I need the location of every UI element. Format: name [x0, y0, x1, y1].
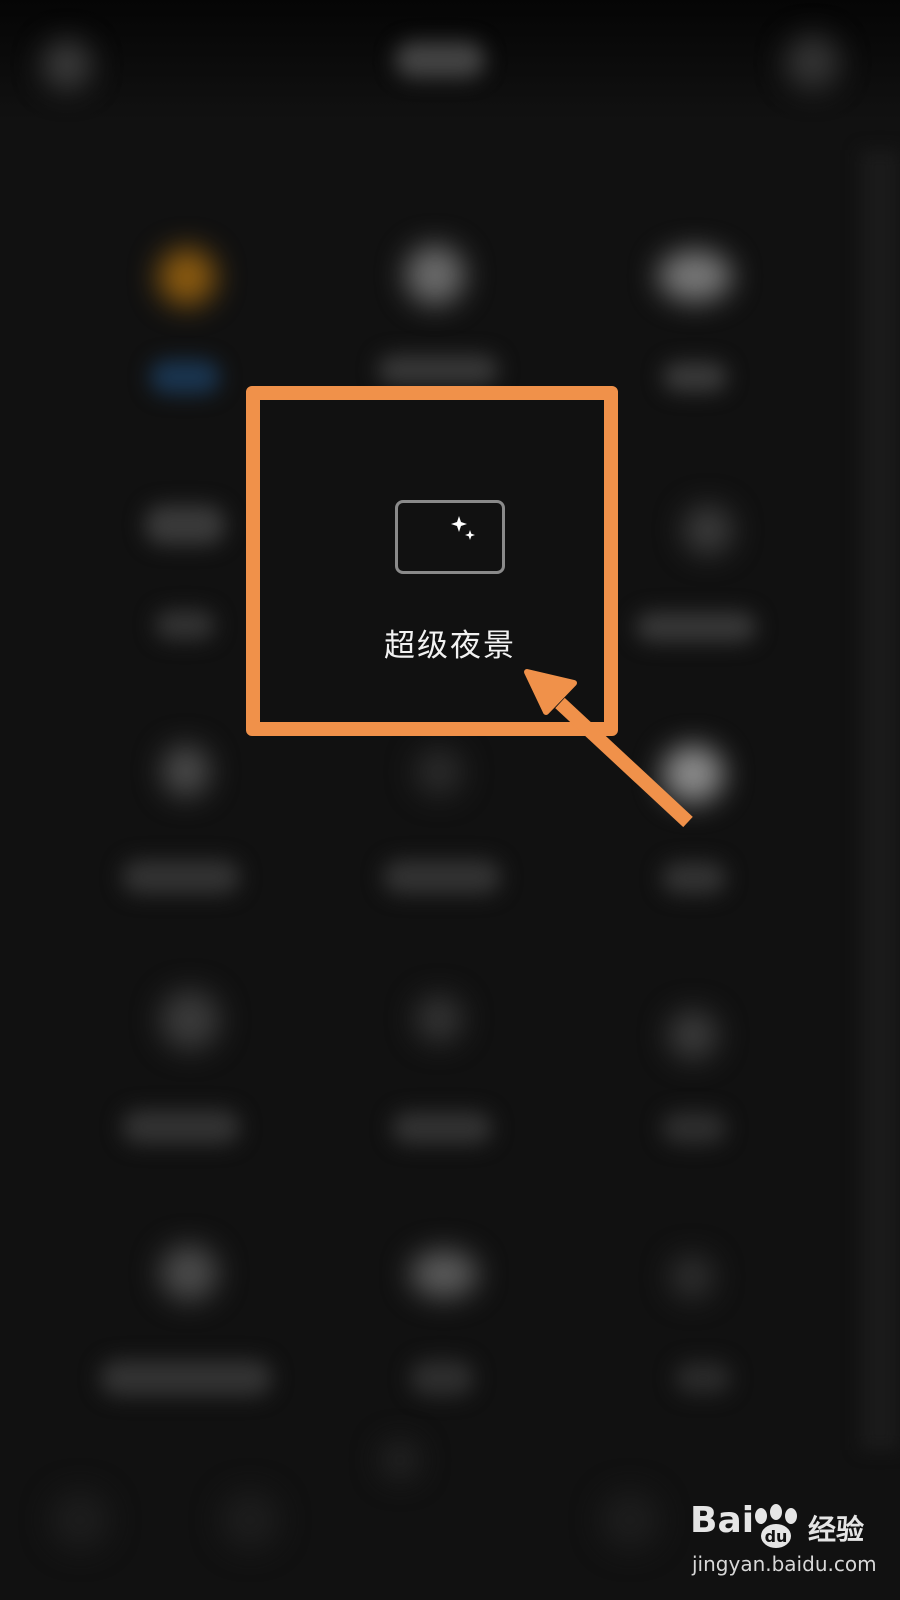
watermark-logo-text: Bai [690, 1500, 755, 1541]
baidu-paw-icon: du [755, 1504, 797, 1548]
watermark-url: jingyan.baidu.com [692, 1552, 877, 1576]
watermark-brand: 经验 [808, 1513, 865, 1546]
arrow-annotation [524, 669, 693, 828]
svg-text:du: du [765, 1527, 788, 1546]
baidu-jingyan-watermark: Bai du 经验 jingyan.baidu.com [690, 1500, 890, 1590]
camera-more-modes-screen: 超级夜景 Bai du 经验 jingyan.baidu.com [0, 0, 900, 1600]
